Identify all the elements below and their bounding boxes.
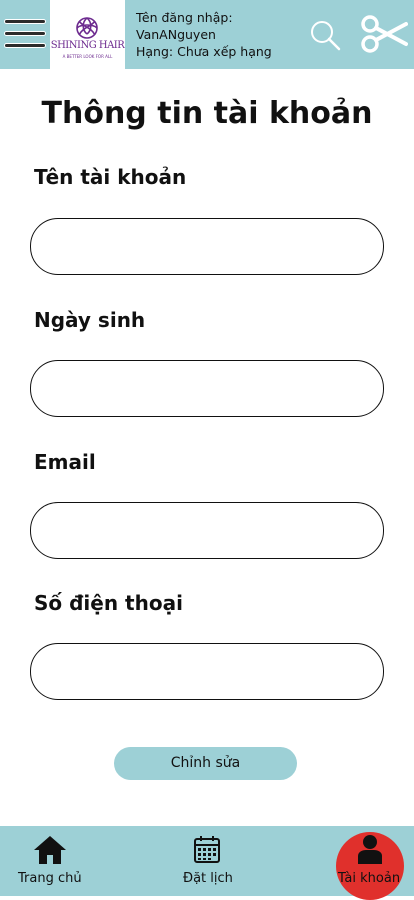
app-header: SHINING HAIR A BETTER LOOK FOR ALL Tên đ…: [0, 0, 414, 69]
user-info: Tên đăng nhập: VanANguyen Hạng: Chưa xếp…: [136, 9, 272, 60]
account-name-input[interactable]: [30, 218, 384, 275]
user-icon: [358, 835, 382, 864]
nav-label-account: Tài khoản: [338, 871, 401, 886]
logo-tagline: A BETTER LOOK FOR ALL: [62, 54, 113, 59]
username-label: Tên đăng nhập:: [136, 10, 233, 25]
phone-input[interactable]: [30, 643, 384, 700]
bottom-nav: Trang chủ Đặt lịch Tài khoản: [0, 826, 414, 900]
field-label-phone: Số điện thoại: [34, 591, 183, 615]
hamburger-menu-icon[interactable]: [4, 16, 46, 52]
calendar-icon: [194, 836, 220, 863]
birthday-input[interactable]: [30, 360, 384, 417]
field-label-email: Email: [34, 450, 96, 474]
nav-label-home: Trang chủ: [18, 871, 82, 886]
nav-item-home[interactable]: Trang chủ: [0, 826, 100, 896]
email-input[interactable]: [30, 502, 384, 559]
field-label-account-name: Tên tài khoản: [34, 165, 187, 189]
page-title: Thông tin tài khoản: [41, 96, 373, 131]
logo-brand-text: SHINING HAIR: [50, 40, 125, 51]
search-icon[interactable]: [308, 18, 342, 52]
brand-logo[interactable]: SHINING HAIR A BETTER LOOK FOR ALL: [50, 0, 125, 69]
nav-item-account[interactable]: Tài khoản: [330, 826, 410, 896]
home-icon: [34, 836, 66, 864]
nav-label-booking: Đặt lịch: [183, 871, 233, 886]
field-label-birthday: Ngày sinh: [34, 308, 146, 332]
username-value: VanANguyen: [136, 27, 216, 42]
logo-emblem-icon: [76, 17, 98, 39]
user-rank: Hạng: Chưa xếp hạng: [136, 44, 272, 59]
scissors-icon[interactable]: [360, 14, 408, 54]
edit-button[interactable]: Chỉnh sửa: [114, 747, 297, 780]
nav-item-booking[interactable]: Đặt lịch: [160, 826, 254, 896]
